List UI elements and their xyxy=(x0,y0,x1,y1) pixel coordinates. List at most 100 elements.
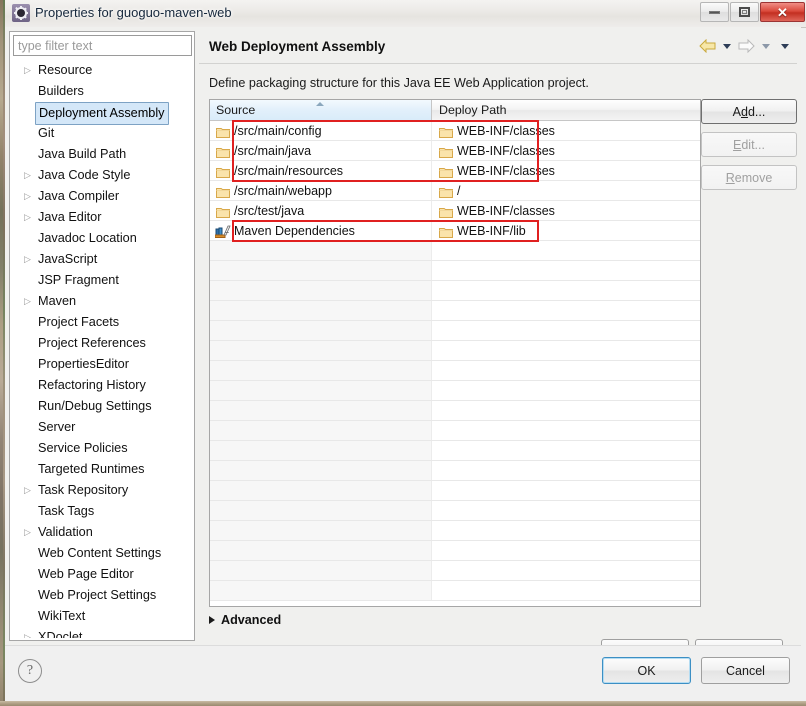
properties-gear-icon xyxy=(12,4,30,22)
maximize-button[interactable] xyxy=(730,2,759,22)
sidebar-item-deployment-assembly[interactable]: Deployment Assembly xyxy=(10,102,194,125)
deployment-assembly-table[interactable]: Source Deploy Path /src/main/config WEB-I… xyxy=(209,99,701,607)
sidebar-item-label: Deployment Assembly xyxy=(35,102,169,125)
tree-expand-triangle-icon[interactable]: ▷ xyxy=(24,522,31,543)
back-arrow-icon[interactable] xyxy=(699,39,716,53)
cell-deploy-path xyxy=(433,421,700,440)
add-button-label: Add... xyxy=(732,104,766,119)
sidebar-item-java-compiler[interactable]: ▷ Java Compiler xyxy=(10,186,194,207)
tree-expand-triangle-icon[interactable]: ▷ xyxy=(24,165,31,186)
dialog-footer: ? OK Cancel xyxy=(5,645,801,702)
table-row-empty xyxy=(210,361,700,381)
sidebar-item-xdoclet[interactable]: ▷ XDoclet xyxy=(10,627,194,638)
sidebar-item-builders[interactable]: Builders xyxy=(10,81,194,102)
sidebar-item-wikitext[interactable]: WikiText xyxy=(10,606,194,627)
sidebar-item-run-debug-settings[interactable]: Run/Debug Settings xyxy=(10,396,194,417)
tree-expand-triangle-icon[interactable]: ▷ xyxy=(24,207,31,228)
sidebar-item-validation[interactable]: ▷ Validation xyxy=(10,522,194,543)
table-row[interactable]: /src/main/config WEB-INF/classes xyxy=(210,121,700,141)
table-row[interactable]: /src/main/resources WEB-INF/classes xyxy=(210,161,700,181)
sidebar-item-label: Java Code Style xyxy=(38,168,131,182)
sidebar-item-project-references[interactable]: Project References xyxy=(10,333,194,354)
page-content-pane: Web Deployment Assembly Define packaging… xyxy=(199,31,797,664)
folder-icon xyxy=(439,204,453,218)
sidebar-item-label: Web Project Settings xyxy=(38,588,157,602)
tree-expand-triangle-icon[interactable]: ▷ xyxy=(24,627,31,638)
cell-deploy-path xyxy=(433,541,700,560)
help-question-icon[interactable]: ? xyxy=(18,659,42,683)
remove-button: Remove xyxy=(701,165,797,190)
table-row-empty xyxy=(210,241,700,261)
view-menu-chevron-down-icon[interactable] xyxy=(781,43,789,49)
filter-input[interactable] xyxy=(13,35,192,56)
cell-source: Maven Dependencies xyxy=(210,221,432,240)
cell-deploy-path xyxy=(433,241,700,260)
sidebar-item-targeted-runtimes[interactable]: Targeted Runtimes xyxy=(10,459,194,480)
sidebar-item-java-build-path[interactable]: Java Build Path xyxy=(10,144,194,165)
cell-source xyxy=(210,521,432,540)
sidebar-item-server[interactable]: Server xyxy=(10,417,194,438)
cell-deploy-path xyxy=(433,341,700,360)
add-button[interactable]: Add... xyxy=(701,99,797,124)
folder-icon xyxy=(439,184,453,198)
table-row[interactable]: /src/test/java WEB-INF/classes xyxy=(210,201,700,221)
table-body: /src/main/config WEB-INF/classes/src/main… xyxy=(210,121,700,606)
sidebar-item-label: PropertiesEditor xyxy=(38,357,129,371)
sidebar-item-web-project-settings[interactable]: Web Project Settings xyxy=(10,585,194,606)
cell-deploy-path xyxy=(433,481,700,500)
tree-expand-triangle-icon[interactable]: ▷ xyxy=(24,186,31,207)
page-nav-toolbar xyxy=(699,39,793,53)
cancel-button[interactable]: Cancel xyxy=(701,657,790,684)
ok-button[interactable]: OK xyxy=(602,657,691,684)
sidebar-item-task-tags[interactable]: Task Tags xyxy=(10,501,194,522)
sidebar-item-web-page-editor[interactable]: Web Page Editor xyxy=(10,564,194,585)
cell-deploy-path: WEB-INF/classes xyxy=(433,161,700,180)
sidebar-item-task-repository[interactable]: ▷ Task Repository xyxy=(10,480,194,501)
cancel-button-label: Cancel xyxy=(726,663,765,678)
sidebar-item-java-editor[interactable]: ▷ Java Editor xyxy=(10,207,194,228)
tree-expand-triangle-icon[interactable]: ▷ xyxy=(24,480,31,501)
table-row[interactable]: Maven Dependencies WEB-INF/lib xyxy=(210,221,700,241)
close-button[interactable]: ✕ xyxy=(760,2,805,22)
cell-source xyxy=(210,441,432,460)
forward-arrow-icon xyxy=(738,39,755,53)
sidebar-item-jsp-fragment[interactable]: JSP Fragment xyxy=(10,270,194,291)
sidebar-item-refactoring-history[interactable]: Refactoring History xyxy=(10,375,194,396)
settings-tree[interactable]: ▷ Resource Builders Deployment Assembly Git J… xyxy=(10,60,194,638)
table-row[interactable]: /src/main/webapp / xyxy=(210,181,700,201)
sidebar-item-java-code-style[interactable]: ▷ Java Code Style xyxy=(10,165,194,186)
minimize-icon xyxy=(709,10,720,14)
cell-deploy-path xyxy=(433,401,700,420)
cell-source xyxy=(210,421,432,440)
column-header-deploy-path[interactable]: Deploy Path xyxy=(433,100,700,120)
sidebar-item-javadoc-location[interactable]: Javadoc Location xyxy=(10,228,194,249)
sidebar-item-resource[interactable]: ▷ Resource xyxy=(10,60,194,81)
sidebar-item-git[interactable]: Git xyxy=(10,123,194,144)
cell-source: /src/main/resources xyxy=(210,161,432,180)
sidebar-item-service-policies[interactable]: Service Policies xyxy=(10,438,194,459)
cell-source-label: Maven Dependencies xyxy=(234,224,355,238)
title-divider xyxy=(199,63,797,64)
sidebar-item-javascript[interactable]: ▷ JavaScript xyxy=(10,249,194,270)
sidebar-item-maven[interactable]: ▷ Maven xyxy=(10,291,194,312)
tree-expand-triangle-icon[interactable]: ▷ xyxy=(24,249,31,270)
window-title: Properties for guoguo-maven-web xyxy=(35,5,232,20)
ok-button-label: OK xyxy=(637,663,656,678)
cell-source-label: /src/main/config xyxy=(234,124,322,138)
sidebar-item-propertieseditor[interactable]: PropertiesEditor xyxy=(10,354,194,375)
folder-icon xyxy=(216,184,230,198)
sidebar-item-label: Refactoring History xyxy=(38,378,146,392)
sidebar-item-project-facets[interactable]: Project Facets xyxy=(10,312,194,333)
cell-source xyxy=(210,561,432,580)
table-row[interactable]: /src/main/java WEB-INF/classes xyxy=(210,141,700,161)
minimize-button[interactable] xyxy=(700,2,729,22)
cell-source xyxy=(210,281,432,300)
advanced-section-toggle[interactable]: Advanced xyxy=(209,613,281,627)
back-history-chevron-down-icon[interactable] xyxy=(723,43,731,49)
sidebar-item-web-content-settings[interactable]: Web Content Settings xyxy=(10,543,194,564)
cell-deploy-path xyxy=(433,301,700,320)
title-bar: Properties for guoguo-maven-web ✕ xyxy=(5,0,806,28)
tree-expand-triangle-icon[interactable]: ▷ xyxy=(24,60,31,81)
cell-source xyxy=(210,341,432,360)
tree-expand-triangle-icon[interactable]: ▷ xyxy=(24,291,31,312)
